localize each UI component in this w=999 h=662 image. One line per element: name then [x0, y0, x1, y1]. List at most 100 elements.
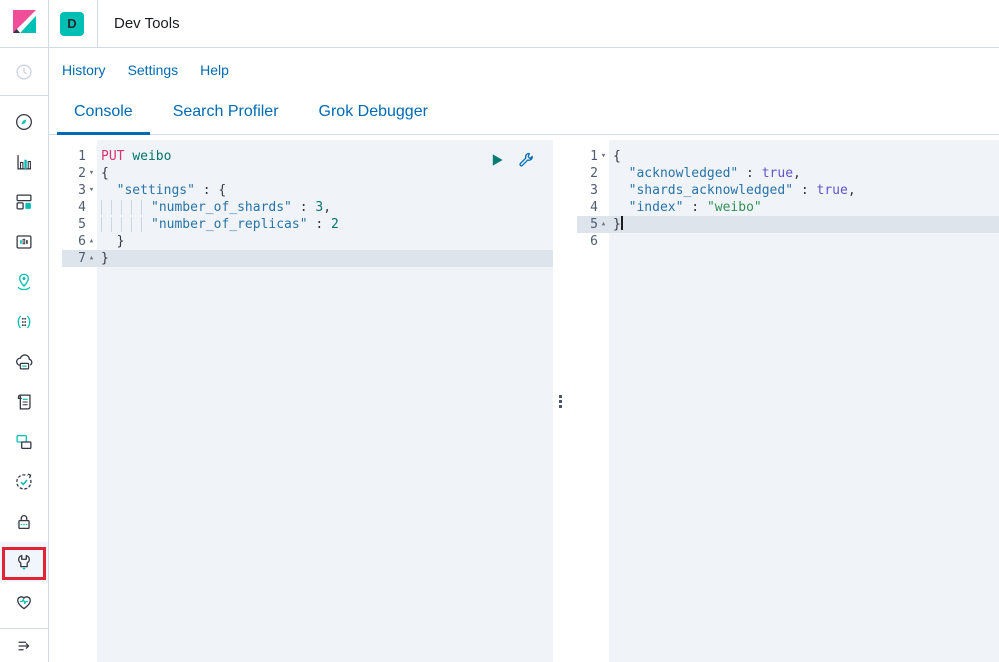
response-editor[interactable]: 1▾{2 "acknowledged" : true,3 "shards_ack…	[577, 140, 999, 662]
collapse-arrow-icon	[14, 636, 34, 656]
fold-spacer	[86, 216, 97, 233]
console-split-view: 1PUT weibo2▾{3▾ "settings" : {4"number_o…	[62, 140, 999, 662]
fold-toggle-icon[interactable]: ▾	[86, 165, 97, 182]
sidebar-item-recently-viewed[interactable]	[0, 48, 48, 96]
code-line: 3▾ "settings" : {	[62, 182, 553, 199]
code-line: 4 "index" : "weibo"	[577, 199, 999, 216]
line-number: 5	[62, 216, 86, 233]
code-text: "acknowledged" : true,	[609, 165, 801, 182]
sidebar-item-infrastructure[interactable]	[0, 342, 48, 382]
header-divider	[97, 0, 98, 47]
code-line: 2 "acknowledged" : true,	[577, 165, 999, 182]
code-line: 6▴ }	[62, 233, 553, 250]
code-line: 7▴}	[62, 250, 553, 267]
app-badge: D	[60, 12, 84, 36]
indent-guide	[121, 217, 131, 232]
sidebar-item-discover[interactable]	[0, 102, 48, 142]
sidebar-item-uptime[interactable]	[0, 462, 48, 502]
sidebar-nav	[0, 48, 49, 662]
line-number: 3	[62, 182, 86, 199]
line-number: 6	[577, 233, 598, 250]
sidebar-item-stack-monitoring[interactable]	[0, 582, 48, 622]
code-text: }	[609, 216, 623, 233]
tab-grok-debugger[interactable]: Grok Debugger	[302, 92, 445, 135]
indent-guide	[101, 217, 111, 232]
clock-icon	[13, 61, 35, 83]
sidebar-item-maps[interactable]	[0, 262, 48, 302]
tabs-bar: ConsoleSearch ProfilerGrok Debugger	[49, 92, 999, 135]
sidebar-item-collapse-navigation[interactable]	[0, 629, 48, 662]
code-line: 3 "shards_acknowledged" : true,	[577, 182, 999, 199]
bar-chart-icon	[13, 151, 35, 173]
line-number: 1	[62, 148, 86, 165]
page-title: Dev Tools	[114, 15, 180, 32]
line-number: 5	[577, 216, 598, 233]
wrench-icon	[13, 551, 35, 573]
sidebar-item-machine-learning[interactable]	[0, 302, 48, 342]
indent-guide	[111, 200, 121, 215]
menu-link-settings[interactable]: Settings	[128, 62, 179, 78]
apm-icon	[13, 431, 35, 453]
request-options-button[interactable]	[517, 151, 534, 168]
code-text: "settings" : {	[97, 182, 226, 199]
fold-toggle-icon[interactable]: ▴	[598, 216, 609, 233]
fold-toggle-icon[interactable]: ▴	[86, 250, 97, 267]
ml-icon	[13, 311, 35, 333]
fold-spacer	[598, 165, 609, 182]
line-number: 3	[577, 182, 598, 199]
menu-link-help[interactable]: Help	[200, 62, 229, 78]
code-text: {	[97, 165, 109, 182]
spanner-icon	[517, 156, 534, 171]
console-menu: History Settings Help	[49, 48, 999, 92]
fold-toggle-icon[interactable]: ▾	[86, 182, 97, 199]
request-editor[interactable]: 1PUT weibo2▾{3▾ "settings" : {4"number_o…	[62, 140, 553, 662]
code-text: }	[97, 233, 124, 250]
dashboard-icon	[13, 191, 35, 213]
text-cursor	[621, 216, 623, 230]
fold-spacer	[598, 182, 609, 199]
indent-guide	[111, 217, 121, 232]
header-bar: D Dev Tools	[0, 0, 999, 48]
sidebar-item-apm[interactable]	[0, 422, 48, 462]
sidebar-item-canvas[interactable]	[0, 222, 48, 262]
indent-guide	[131, 217, 141, 232]
code-line: 6	[577, 233, 999, 250]
sidebar-item-logs[interactable]	[0, 382, 48, 422]
tab-search-profiler[interactable]: Search Profiler	[156, 92, 296, 135]
fold-toggle-icon[interactable]: ▴	[86, 233, 97, 250]
fold-spacer	[598, 199, 609, 216]
line-number: 1	[577, 148, 598, 165]
line-number: 4	[577, 199, 598, 216]
sidebar-item-visualize[interactable]	[0, 142, 48, 182]
code-line: 2▾{	[62, 165, 553, 182]
code-line: 1PUT weibo	[62, 148, 553, 165]
fold-toggle-icon[interactable]: ▾	[598, 148, 609, 165]
code-text: "number_of_shards" : 3,	[97, 199, 331, 216]
lock-icon	[13, 511, 35, 533]
heartbeat-icon	[13, 591, 35, 613]
line-number: 4	[62, 199, 86, 216]
menu-link-history[interactable]: History	[62, 62, 106, 78]
fold-spacer	[86, 199, 97, 216]
indent-guide	[101, 200, 111, 215]
code-text: "number_of_replicas" : 2	[97, 216, 339, 233]
uptime-check-icon	[13, 471, 35, 493]
sidebar-item-dashboard[interactable]	[0, 182, 48, 222]
line-number: 2	[62, 165, 86, 182]
sidebar-item-siem[interactable]	[0, 502, 48, 542]
tab-console[interactable]: Console	[57, 92, 150, 135]
indent-guide	[121, 200, 131, 215]
canvas-icon	[13, 231, 35, 253]
send-request-button[interactable]	[490, 151, 505, 168]
code-text: }	[97, 250, 109, 267]
kibana-logo[interactable]	[0, 0, 49, 47]
code-line: 1▾{	[577, 148, 999, 165]
kibana-logo-icon	[12, 9, 37, 39]
panel-resizer[interactable]	[553, 140, 577, 662]
code-text: "index" : "weibo"	[609, 199, 762, 216]
fold-spacer	[86, 148, 97, 165]
resize-handle-icon[interactable]	[559, 395, 562, 398]
sidebar-item-dev-tools[interactable]	[0, 542, 48, 582]
line-number: 2	[577, 165, 598, 182]
indent-guide	[131, 200, 141, 215]
